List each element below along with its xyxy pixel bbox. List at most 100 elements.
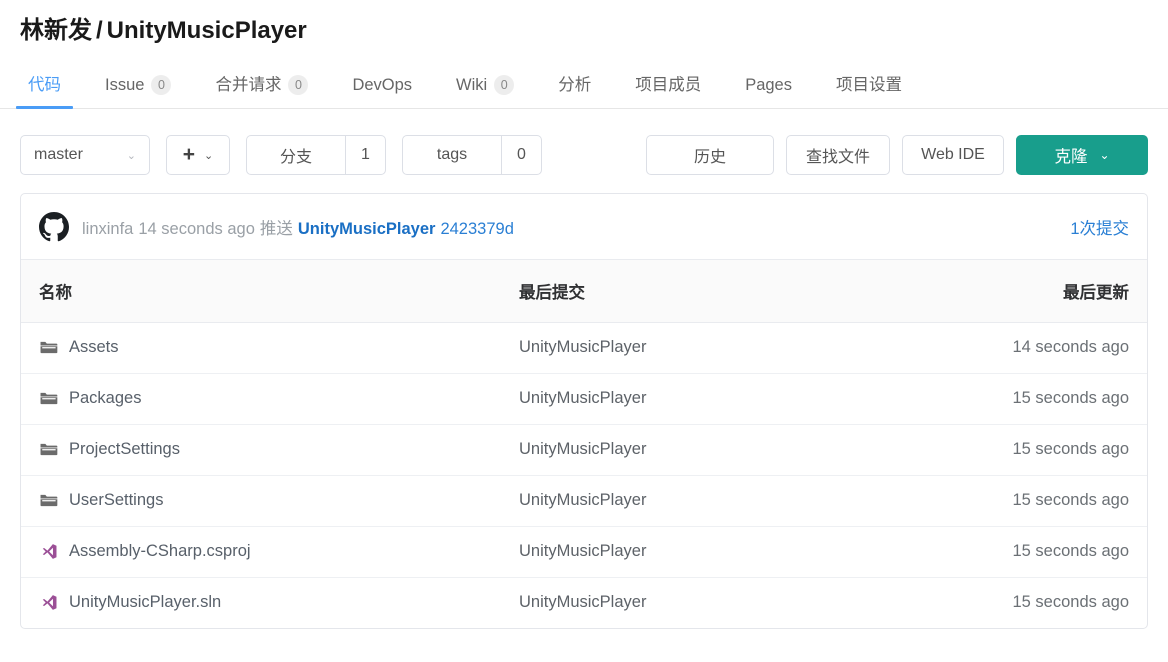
- branches-count: 1: [345, 136, 385, 174]
- tab-label: DevOps: [352, 75, 413, 94]
- add-new-button[interactable]: + ⌄: [166, 135, 230, 175]
- tab-badge: 0: [288, 75, 309, 95]
- file-entry-label: ProjectSettings: [69, 440, 180, 458]
- cell-name: Assets: [21, 322, 501, 374]
- commit-time: 14 seconds ago: [138, 219, 255, 238]
- cell-last-commit: UnityMusicPlayer: [501, 322, 971, 374]
- commit-action: 推送: [259, 219, 293, 238]
- cell-last-commit: UnityMusicPlayer: [501, 424, 971, 476]
- tab-label: 合并请求: [215, 75, 282, 94]
- tab-label: 项目设置: [836, 75, 902, 94]
- file-entry-link[interactable]: Assets: [39, 338, 483, 357]
- branches-label: 分支: [279, 149, 312, 166]
- clone-button-label: 克隆: [1054, 148, 1088, 166]
- tab-代码[interactable]: 代码: [6, 62, 83, 109]
- tab-badge: 0: [151, 75, 172, 95]
- tab-label: 分析: [558, 75, 592, 94]
- repo-toolbar: master ⌄ + ⌄ 分支 1 tags 0 历史 查找文件 Web IDE…: [0, 109, 1168, 183]
- plus-icon: +: [182, 142, 196, 166]
- cell-name: UnityMusicPlayer.sln: [21, 577, 501, 628]
- cell-last-updated: 15 seconds ago: [971, 424, 1147, 476]
- repo-tabbar: 代码 Issue 0 合并请求 0 DevOps Wiki 0 分析 项目成员 Pages 项目设置: [0, 62, 1168, 109]
- tags-button[interactable]: tags 0: [402, 135, 542, 175]
- file-entry-label: Assembly-CSharp.csproj: [69, 542, 251, 560]
- find-file-button[interactable]: 查找文件: [786, 135, 890, 175]
- repo-owner[interactable]: 林新发: [20, 17, 92, 44]
- cell-last-commit: UnityMusicPlayer: [519, 593, 647, 612]
- table-row[interactable]: UserSettings UnityMusicPlayer 15 seconds a…: [21, 475, 1147, 527]
- file-list-body: Assets UnityMusicPlayer 14 seconds ago Pack…: [21, 322, 1147, 628]
- column-header-updated: 最后更新: [971, 260, 1147, 323]
- file-entry-label: UserSettings: [69, 491, 164, 509]
- cell-name: Packages: [21, 373, 501, 425]
- clone-button[interactable]: 克隆 ⌄: [1016, 135, 1148, 175]
- file-entry-label: Packages: [69, 389, 142, 407]
- github-octocat-icon: [39, 211, 69, 241]
- tab-合并请求[interactable]: 合并请求 0: [193, 62, 330, 108]
- history-button[interactable]: 历史: [646, 135, 774, 175]
- cell-last-updated: 15 seconds ago: [971, 475, 1147, 527]
- branches-button[interactable]: 分支 1: [246, 135, 386, 175]
- toolbar-right-group: 历史 查找文件 Web IDE 克隆 ⌄: [646, 135, 1148, 175]
- repository-code-page: 林新发 / UnityMusicPlayer 代码 Issue 0 合并请求 0 DevOps…: [0, 0, 1168, 662]
- folder-icon: [39, 338, 58, 357]
- cell-name: Assembly-CSharp.csproj: [21, 526, 501, 578]
- file-list-head: 名称 最后提交 最后更新: [21, 260, 1147, 323]
- table-row[interactable]: ProjectSettings UnityMusicPlayer 15 second…: [21, 424, 1147, 476]
- toolbar-left-group: master ⌄ + ⌄ 分支 1 tags 0: [20, 135, 542, 175]
- file-entry-link[interactable]: ProjectSettings: [39, 440, 483, 459]
- latest-commit-bar: linxinfa 14 seconds ago 推送 UnityMusicPla…: [21, 194, 1147, 260]
- column-header-name: 名称: [21, 260, 501, 323]
- commit-author[interactable]: linxinfa: [82, 220, 133, 239]
- tags-label: tags: [436, 146, 468, 163]
- table-row[interactable]: Packages UnityMusicPlayer 15 seconds ago: [21, 373, 1147, 425]
- commit-count-link[interactable]: 1次提交: [1070, 215, 1129, 239]
- tab-label: Issue: [105, 75, 145, 94]
- cell-last-commit: UnityMusicPlayer: [501, 475, 971, 527]
- commit-hash-link[interactable]: 2423379d: [440, 220, 513, 239]
- chevron-down-icon: ⌄: [126, 149, 136, 162]
- cell-last-updated: 15 seconds ago: [971, 526, 1147, 578]
- branch-selector[interactable]: master ⌄: [20, 135, 150, 175]
- table-header-row: 名称 最后提交 最后更新: [21, 260, 1147, 323]
- file-entry-label: UnityMusicPlayer.sln: [69, 593, 222, 612]
- tab-label: Wiki: [456, 75, 488, 94]
- tab-Wiki[interactable]: Wiki 0: [434, 62, 536, 108]
- tab-label: 项目成员: [635, 75, 702, 94]
- tab-DevOps[interactable]: DevOps: [330, 62, 434, 108]
- cell-name: UserSettings: [21, 475, 501, 527]
- table-row[interactable]: Assembly-CSharp.csproj UnityMusicPlayer 15…: [21, 526, 1147, 578]
- repo-name[interactable]: UnityMusicPlayer: [107, 17, 307, 44]
- tab-Issue[interactable]: Issue 0: [83, 62, 193, 108]
- chevron-down-icon: ⌄: [1099, 148, 1110, 162]
- tab-项目成员[interactable]: 项目成员: [613, 62, 723, 108]
- web-ide-button[interactable]: Web IDE: [902, 135, 1004, 175]
- cell-last-updated: 15 seconds ago: [971, 373, 1147, 425]
- branch-selector-label: master: [34, 146, 83, 163]
- tab-label: Pages: [745, 75, 792, 94]
- commit-message-link[interactable]: UnityMusicPlayer: [298, 220, 436, 239]
- file-entry-label: Assets: [69, 338, 119, 356]
- visual-studio-icon: [39, 593, 58, 612]
- file-entry-link[interactable]: UnityMusicPlayer.sln: [39, 593, 483, 612]
- file-entry-link[interactable]: UserSettings: [39, 491, 483, 510]
- chevron-down-icon: ⌄: [204, 149, 214, 162]
- table-row[interactable]: UnityMusicPlayer.sln UnityMusicPlayer 15 s…: [21, 577, 1147, 628]
- cell-last-updated: 15 seconds ago: [1012, 593, 1129, 612]
- tab-分析[interactable]: 分析: [536, 62, 613, 108]
- column-header-commit: 最后提交: [501, 260, 971, 323]
- folder-icon: [39, 389, 58, 408]
- breadcrumb-separator: /: [96, 17, 103, 44]
- tab-项目设置[interactable]: 项目设置: [814, 62, 924, 108]
- file-entry-link[interactable]: Assembly-CSharp.csproj: [39, 542, 483, 561]
- visual-studio-icon: [39, 542, 58, 561]
- cell-last-updated: 14 seconds ago: [971, 322, 1147, 374]
- page-title: 林新发 / UnityMusicPlayer: [0, 0, 1168, 48]
- table-row[interactable]: Assets UnityMusicPlayer 14 seconds ago: [21, 322, 1147, 374]
- cell-name: ProjectSettings: [21, 424, 501, 476]
- folder-icon: [39, 491, 58, 510]
- file-entry-link[interactable]: Packages: [39, 389, 483, 408]
- cell-last-commit: UnityMusicPlayer: [501, 373, 971, 425]
- tab-badge: 0: [494, 75, 515, 95]
- tab-Pages[interactable]: Pages: [723, 62, 814, 108]
